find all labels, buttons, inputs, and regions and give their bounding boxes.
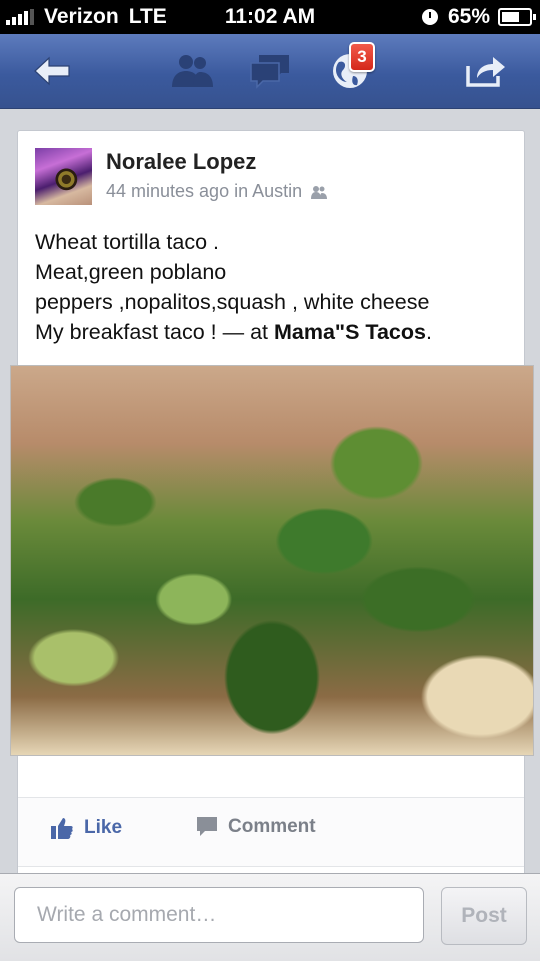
share-icon: [466, 57, 505, 87]
notifications-badge: 3: [349, 42, 375, 72]
friends-icon: [172, 55, 213, 87]
battery-percent: 65%: [447, 5, 490, 28]
back-button[interactable]: [24, 34, 80, 108]
post-text-line: Wheat tortilla taco .: [35, 230, 220, 254]
back-arrow-icon: [34, 56, 70, 86]
messages-button[interactable]: [243, 34, 299, 108]
post-text: Wheat tortilla taco . Meat,green poblano…: [35, 227, 515, 347]
like-label: Like: [84, 817, 123, 838]
nav-bar: 3: [0, 34, 540, 109]
like-button[interactable]: Like: [50, 816, 122, 840]
thumbs-up-icon: [51, 818, 73, 839]
status-right: 65%: [421, 5, 536, 29]
post-text-line: Meat,green poblano: [35, 260, 227, 284]
checkin-prefix: My breakfast taco ! — at: [35, 320, 274, 344]
comment-bubble-icon: [197, 817, 217, 836]
comment-bar: Post: [0, 873, 540, 961]
place-suffix: .: [425, 320, 432, 344]
privacy-friends-icon: [311, 185, 328, 199]
messages-icon: [250, 55, 289, 89]
comment-input[interactable]: [14, 887, 424, 943]
battery-icon: [498, 8, 536, 26]
comment-label: Comment: [228, 816, 316, 837]
post-photo[interactable]: [10, 365, 534, 756]
post-comment-button[interactable]: Post: [441, 887, 527, 945]
comment-button[interactable]: Comment: [196, 816, 316, 838]
avatar[interactable]: [35, 148, 92, 205]
friend-requests-button[interactable]: [164, 34, 220, 108]
post-meta: 44 minutes ago in Austin: [106, 181, 328, 202]
place-link[interactable]: Mama"S Tacos: [274, 320, 426, 344]
post-actions: Like Comment: [18, 797, 524, 867]
post-text-line-checkin: My breakfast taco ! — at Mama"S Tacos.: [35, 317, 515, 347]
post-text-line: peppers ,nopalitos,squash , white cheese: [35, 290, 430, 314]
alarm-clock-icon: [421, 9, 438, 25]
author-name[interactable]: Noralee Lopez: [106, 149, 256, 175]
status-bar: Verizon LTE 11:02 AM 65%: [0, 0, 540, 34]
share-button[interactable]: [458, 34, 514, 108]
post-card: Noralee Lopez 44 minutes ago in Austin W…: [10, 130, 534, 882]
notifications-button[interactable]: 3: [322, 34, 378, 108]
post-timestamp-location[interactable]: 44 minutes ago in Austin: [106, 181, 302, 202]
